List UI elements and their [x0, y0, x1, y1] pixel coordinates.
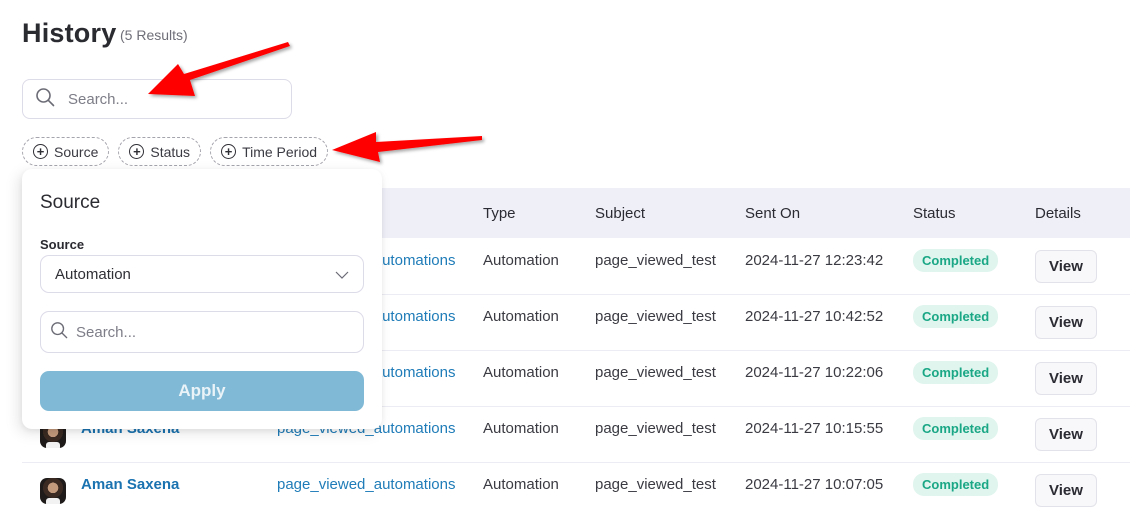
- result-count: (5 Results): [120, 27, 188, 43]
- status-badge: Completed: [913, 248, 999, 272]
- search-icon: [50, 321, 68, 344]
- page-title: History: [22, 18, 117, 48]
- column-header-status: Status: [913, 204, 956, 222]
- plus-circle-icon: +: [221, 144, 237, 159]
- source-field-label: Source: [40, 237, 85, 252]
- source-filter-popover: Source Source Automation Apply: [22, 169, 382, 429]
- view-button[interactable]: View: [1035, 306, 1097, 339]
- type-cell: Automation: [483, 308, 559, 325]
- source-select-value: Automation: [55, 265, 131, 283]
- view-button[interactable]: View: [1035, 418, 1097, 451]
- search-box[interactable]: [22, 79, 292, 119]
- filter-chip-label: Source: [54, 143, 99, 160]
- subject-cell: page_viewed_test: [595, 308, 716, 325]
- plus-circle-icon: +: [129, 144, 145, 159]
- table-row: Aman Saxena page_viewed_automations Auto…: [22, 462, 1130, 518]
- view-button[interactable]: View: [1035, 249, 1097, 283]
- type-cell: Automation: [483, 251, 559, 269]
- filter-chip-status[interactable]: + Status: [118, 137, 202, 166]
- subject-cell: page_viewed_test: [595, 476, 716, 493]
- filter-chip-source[interactable]: + Source: [22, 137, 110, 166]
- sent-on-cell: 2024-11-27 12:23:42: [745, 251, 884, 269]
- user-name-link[interactable]: Aman Saxena: [81, 476, 179, 493]
- filter-chips: + Source + Status + Time Period: [22, 137, 329, 166]
- search-input[interactable]: [68, 90, 268, 108]
- source-select[interactable]: Automation: [40, 255, 364, 293]
- column-header-subject: Subject: [595, 204, 646, 222]
- subject-cell: page_viewed_test: [595, 420, 716, 437]
- annotation-arrow-filters: [332, 132, 482, 162]
- apply-button[interactable]: Apply: [40, 371, 364, 411]
- type-cell: Automation: [483, 364, 559, 381]
- sent-on-cell: 2024-11-27 10:15:55: [745, 420, 884, 437]
- filter-chip-label: Time Period: [242, 143, 318, 160]
- source-link[interactable]: page_viewed_automations: [277, 476, 455, 493]
- status-badge: Completed: [913, 473, 999, 496]
- status-badge: Completed: [913, 361, 999, 384]
- sent-on-cell: 2024-11-27 10:22:06: [745, 364, 884, 381]
- subject-cell: page_viewed_test: [595, 364, 716, 381]
- view-button[interactable]: View: [1035, 474, 1097, 507]
- status-badge: Completed: [913, 417, 999, 440]
- popover-title: Source: [40, 192, 101, 213]
- type-cell: Automation: [483, 476, 559, 493]
- popover-search-box[interactable]: [40, 311, 364, 353]
- search-icon: [35, 87, 55, 112]
- sent-on-cell: 2024-11-27 10:42:52: [745, 308, 884, 325]
- status-badge: Completed: [913, 305, 999, 328]
- sent-on-cell: 2024-11-27 10:07:05: [745, 476, 884, 493]
- column-header-sent-on: Sent On: [745, 204, 801, 222]
- popover-search-input[interactable]: [76, 323, 326, 341]
- column-header-type: Type: [483, 204, 516, 222]
- chevron-down-icon: [335, 266, 349, 283]
- subject-cell: page_viewed_test: [595, 251, 716, 269]
- column-header-details: Details: [1035, 204, 1081, 222]
- view-button[interactable]: View: [1035, 362, 1097, 395]
- type-cell: Automation: [483, 420, 559, 437]
- filter-chip-label: Status: [150, 143, 191, 160]
- user-cell: Aman Saxena: [22, 476, 277, 504]
- plus-circle-icon: +: [33, 144, 48, 159]
- filter-chip-time-period[interactable]: + Time Period: [210, 137, 329, 166]
- avatar: [40, 477, 66, 504]
